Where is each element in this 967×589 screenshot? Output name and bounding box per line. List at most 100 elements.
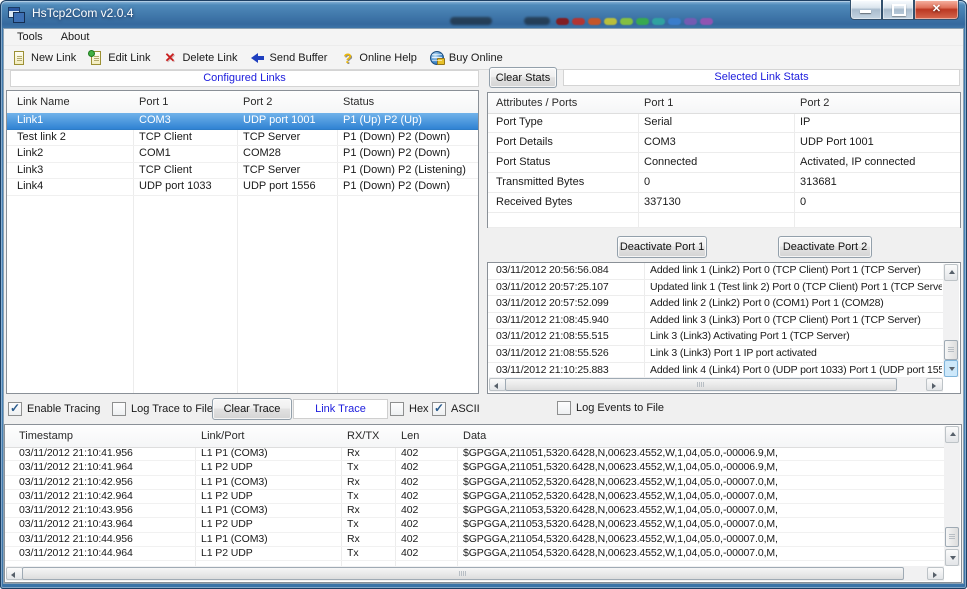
delete-link-button[interactable]: Delete Link (158, 48, 245, 68)
trace-row[interactable]: 03/11/2012 21:10:42.956 L1 P1 (COM3) Rx … (5, 476, 945, 490)
delete-link-icon (162, 50, 178, 66)
scrollbar-thumb[interactable] (944, 340, 958, 360)
column-header-link-name[interactable]: Link Name (17, 91, 129, 113)
close-icon[interactable] (914, 0, 959, 20)
new-link-icon (11, 50, 27, 66)
menu-tools[interactable]: Tools (8, 30, 52, 44)
title-bar[interactable]: HsTcp2Com v2.0.4 (0, 0, 967, 28)
trace-vertical-scrollbar[interactable] (944, 426, 960, 566)
empty-row (488, 208, 960, 228)
link-row[interactable]: Test link 2 TCP Client TCP Server P1 (Do… (7, 130, 478, 147)
stats-row[interactable]: Port Details COM3 UDP Port 1001 (488, 133, 960, 153)
event-row[interactable]: 03/11/2012 21:08:55.526 Link 3 (Link3) P… (488, 346, 944, 363)
column-header-stats-port1[interactable]: Port 1 (644, 93, 794, 113)
trace-row[interactable]: 03/11/2012 21:10:43.964 L1 P2 UDP Tx 402… (5, 518, 945, 532)
event-log-rows: 03/11/2012 20:56:56.084 Added link 1 (Li… (488, 263, 944, 377)
column-header-rx-tx[interactable]: RX/TX (347, 425, 393, 447)
window-title: HsTcp2Com v2.0.4 (32, 6, 133, 20)
event-row[interactable]: 03/11/2012 20:57:25.107 Updated link 1 (… (488, 280, 944, 297)
new-link-button[interactable]: New Link (7, 48, 84, 68)
edit-link-button[interactable]: Edit Link (84, 48, 158, 68)
checkbox-icon (432, 402, 446, 416)
column-header-attributes[interactable]: Attributes / Ports (496, 93, 636, 113)
column-header-port2[interactable]: Port 2 (243, 91, 335, 113)
scrollbar-thumb[interactable] (22, 567, 904, 580)
trace-row[interactable]: 03/11/2012 21:10:41.956 L1 P1 (COM3) Rx … (5, 447, 945, 461)
stats-row[interactable]: Port Status Connected Activated, IP conn… (488, 153, 960, 173)
clear-trace-button[interactable]: Clear Trace (212, 398, 292, 420)
scroll-left-icon[interactable] (489, 378, 506, 391)
app-icon (8, 6, 24, 22)
buy-online-button[interactable]: Buy Online (425, 48, 511, 68)
toolbar: New Link Edit Link Delete Link Send Buff… (4, 46, 963, 70)
trace-horizontal-scrollbar[interactable] (6, 566, 944, 581)
client-area: Tools About New Link Edit Link Delete Li… (3, 28, 964, 584)
scroll-left-icon[interactable] (6, 567, 23, 580)
column-header-stats-port2[interactable]: Port 2 (800, 93, 956, 113)
column-header-link-port[interactable]: Link/Port (201, 425, 339, 447)
log-events-to-file-checkbox[interactable]: Log Events to File (557, 400, 664, 416)
link-stats-table: Attributes / Ports Port 1 Port 2 Port Ty… (487, 92, 961, 228)
event-log-horizontal-scrollbar[interactable] (489, 377, 943, 392)
clear-stats-button[interactable]: Clear Stats (489, 67, 557, 88)
column-header-status[interactable]: Status (343, 91, 475, 113)
checkbox-icon (390, 402, 404, 416)
stats-row[interactable]: Port Type Serial IP (488, 113, 960, 133)
trace-row[interactable]: 03/11/2012 21:10:43.956 L1 P1 (COM3) Rx … (5, 504, 945, 518)
application-window: HsTcp2Com v2.0.4 Tools About (0, 0, 967, 589)
trace-row[interactable]: 03/11/2012 21:10:44.956 L1 P1 (COM3) Rx … (5, 533, 945, 547)
hex-checkbox[interactable]: Hex (390, 401, 429, 417)
maximize-icon[interactable] (882, 0, 914, 20)
link-row[interactable]: Link1 COM3 UDP port 1001 P1 (Up) P2 (Up) (7, 113, 478, 130)
window-controls (850, 0, 959, 20)
online-help-icon (339, 50, 355, 66)
event-row[interactable]: 03/11/2012 20:57:52.099 Added link 2 (Li… (488, 296, 944, 313)
scroll-down-icon[interactable] (945, 549, 959, 566)
checkbox-icon (557, 401, 571, 415)
scrollbar-thumb[interactable] (505, 378, 897, 391)
scroll-down-icon[interactable] (944, 360, 958, 377)
trace-rows: 03/11/2012 21:10:41.956 L1 P1 (COM3) Rx … (5, 447, 945, 566)
deactivate-port2-button[interactable]: Deactivate Port 2 (778, 236, 872, 258)
scroll-up-icon[interactable] (945, 426, 959, 443)
stats-row[interactable]: Transmitted Bytes 0 313681 (488, 173, 960, 193)
link-row[interactable]: Link2 COM1 COM28 P1 (Down) P2 (Down) (7, 146, 478, 163)
scroll-right-icon[interactable] (926, 378, 943, 391)
trace-row[interactable]: 03/11/2012 21:10:41.964 L1 P2 UDP Tx 402… (5, 461, 945, 475)
scroll-up-icon[interactable] (944, 264, 958, 281)
trace-row[interactable]: 03/11/2012 21:10:42.964 L1 P2 UDP Tx 402… (5, 490, 945, 504)
event-row[interactable]: 03/11/2012 21:10:25.883 Added link 4 (Li… (488, 363, 944, 377)
event-row[interactable]: 03/11/2012 20:56:56.084 Added link 1 (Li… (488, 263, 944, 280)
link-stats-table-header: Attributes / Ports Port 1 Port 2 (488, 93, 960, 114)
trace-table-header: Timestamp Link/Port RX/TX Len Data (5, 425, 945, 448)
column-header-timestamp[interactable]: Timestamp (19, 425, 189, 447)
ascii-checkbox[interactable]: ASCII (432, 401, 480, 417)
send-buffer-icon (250, 50, 266, 66)
trace-table: Timestamp Link/Port RX/TX Len Data 03/11… (4, 424, 962, 583)
event-log-vertical-scrollbar[interactable] (943, 264, 959, 377)
configured-links-table: Link Name Port 1 Port 2 Status Link1 COM… (6, 90, 479, 394)
deactivate-port1-button[interactable]: Deactivate Port 1 (617, 236, 707, 258)
checkbox-icon (112, 402, 126, 416)
event-log: 03/11/2012 20:56:56.084 Added link 1 (Li… (487, 262, 961, 394)
column-header-len[interactable]: Len (401, 425, 455, 447)
trace-row[interactable]: 03/11/2012 21:10:44.964 L1 P2 UDP Tx 402… (5, 547, 945, 561)
online-help-button[interactable]: Online Help (335, 48, 424, 68)
send-buffer-button[interactable]: Send Buffer (246, 48, 336, 68)
selected-link-stats-header: Selected Link Stats (563, 69, 960, 86)
column-header-port1[interactable]: Port 1 (139, 91, 234, 113)
link-row[interactable]: Link4 UDP port 1033 UDP port 1556 P1 (Do… (7, 179, 478, 196)
menu-about[interactable]: About (52, 30, 99, 44)
titlebar-reflection (0, 0, 967, 28)
column-header-data[interactable]: Data (463, 425, 941, 447)
scrollbar-thumb[interactable] (945, 527, 959, 547)
log-trace-to-file-checkbox[interactable]: Log Trace to File (112, 401, 213, 417)
menu-bar: Tools About (4, 29, 963, 46)
scroll-right-icon[interactable] (927, 567, 944, 580)
event-row[interactable]: 03/11/2012 21:08:55.515 Link 3 (Link3) A… (488, 329, 944, 346)
event-row[interactable]: 03/11/2012 21:08:45.940 Added link 3 (Li… (488, 313, 944, 330)
configured-links-table-header: Link Name Port 1 Port 2 Status (7, 91, 478, 114)
link-row[interactable]: Link3 TCP Client TCP Server P1 (Down) P2… (7, 163, 478, 180)
enable-tracing-checkbox[interactable]: Enable Tracing (8, 401, 100, 417)
minimize-icon[interactable] (850, 0, 882, 20)
